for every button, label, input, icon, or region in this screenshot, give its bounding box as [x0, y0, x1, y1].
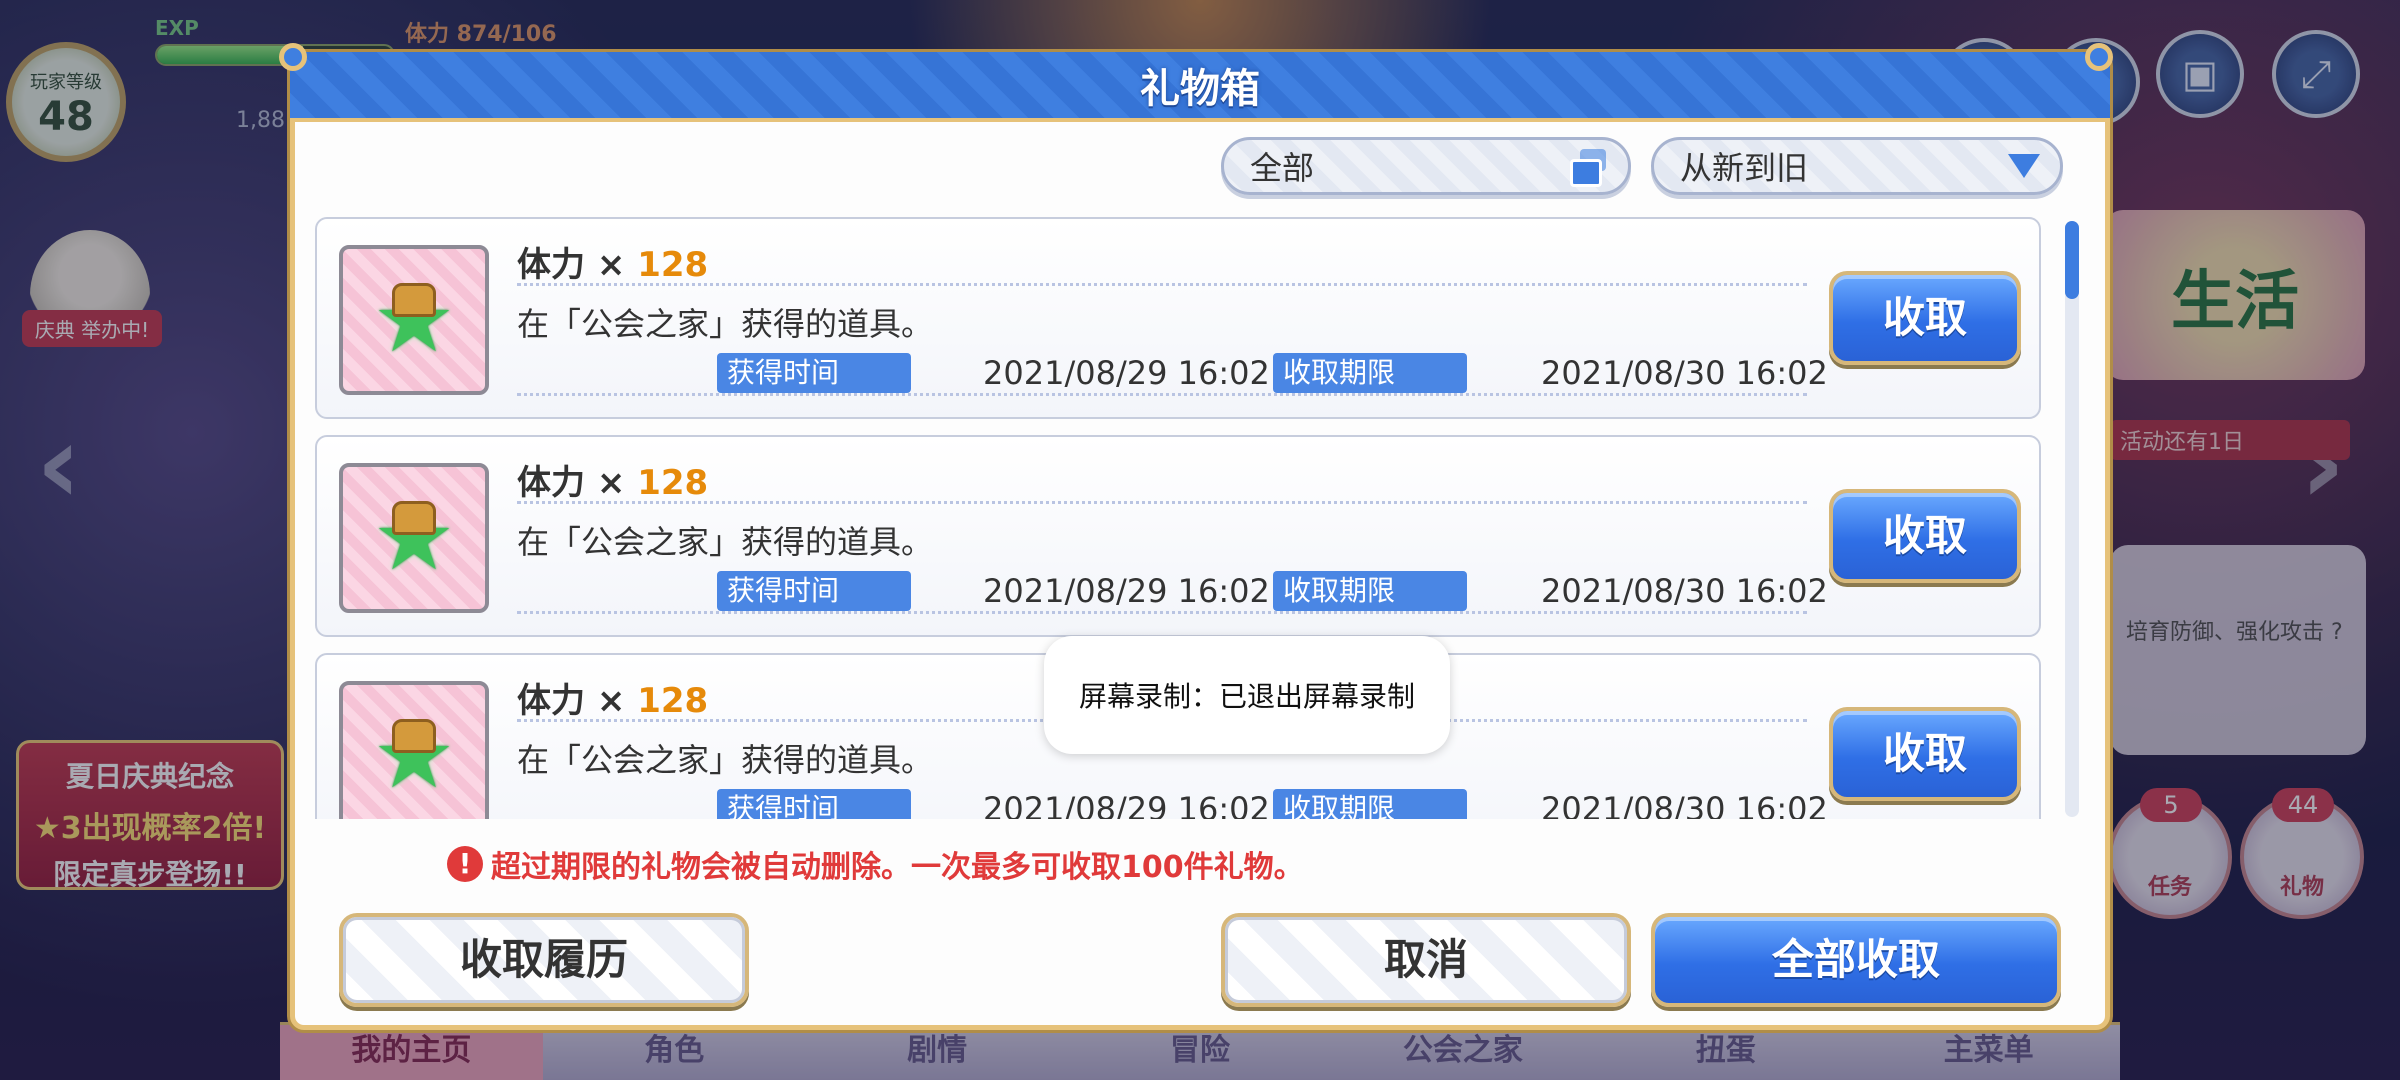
dialog-title: 礼物箱 [1140, 66, 1260, 112]
stack-icon [1570, 149, 1608, 187]
screen-recording-toast: 屏幕录制：已退出屏幕录制 [1044, 636, 1450, 754]
stamina-potion-icon: ★ [339, 463, 489, 613]
stamina-potion-icon: ★ [339, 681, 489, 819]
deadline-value: 2021/08/30 16:02 [1541, 572, 1828, 610]
expiry-warning: ! 超过期限的礼物会被自动删除。一次最多可收取100件礼物。 [447, 842, 1304, 886]
gift-quantity: 128 [637, 245, 709, 285]
corner-ornament-left [279, 43, 307, 71]
cancel-button[interactable]: 取消 [1221, 913, 1631, 1007]
sort-order-dropdown[interactable]: 从新到旧 [1651, 137, 2063, 195]
gift-quantity: 128 [637, 463, 709, 503]
gift-row: ★ 体力 × 128 在「公会之家」获得的道具。 获得时间 2021/08/29… [315, 435, 2041, 637]
obtained-time-value: 2021/08/29 16:02 [983, 354, 1270, 392]
gift-list-scrollbar[interactable] [2065, 221, 2079, 817]
claim-history-button[interactable]: 收取履历 [339, 913, 749, 1007]
scrollbar-thumb[interactable] [2065, 221, 2079, 299]
claim-button[interactable]: 收取 [1829, 489, 2021, 583]
claim-button[interactable]: 收取 [1829, 707, 2021, 801]
warning-icon: ! [447, 846, 483, 882]
deadline-value: 2021/08/30 16:02 [1541, 354, 1828, 392]
gift-box-dialog: 礼物箱 全部 从新到旧 ★ 体力 × 128 在「公会之家」获得的道具。 获得时… [279, 43, 2113, 1030]
sort-order-value: 从新到旧 [1680, 149, 1809, 187]
gift-name: 体力 × 128 [517, 681, 709, 721]
category-filter-value: 全部 [1250, 149, 1315, 187]
category-filter-dropdown[interactable]: 全部 [1221, 137, 1631, 195]
claim-all-button[interactable]: 全部收取 [1651, 913, 2061, 1007]
gift-quantity: 128 [637, 681, 709, 721]
gift-description: 在「公会之家」获得的道具。 [517, 741, 934, 779]
deadline-label: 收取期限 [1273, 353, 1467, 393]
gift-row: ★ 体力 × 128 在「公会之家」获得的道具。 获得时间 2021/08/29… [315, 217, 2041, 419]
dialog-header: 礼物箱 [290, 52, 2110, 122]
gift-description: 在「公会之家」获得的道具。 [517, 305, 934, 343]
deadline-label: 收取期限 [1273, 571, 1467, 611]
claim-button[interactable]: 收取 [1829, 271, 2021, 365]
obtained-time-label: 获得时间 [717, 789, 911, 819]
deadline-value: 2021/08/30 16:02 [1541, 790, 1828, 819]
chevron-down-icon [2008, 154, 2040, 178]
gift-name: 体力 × 128 [517, 245, 709, 285]
corner-ornament-right [2085, 43, 2113, 71]
divider [517, 393, 1807, 396]
expiry-warning-text: 超过期限的礼物会被自动删除。一次最多可收取100件礼物。 [491, 850, 1304, 885]
stamina-potion-icon: ★ [339, 245, 489, 395]
obtained-time-label: 获得时间 [717, 571, 911, 611]
gift-description: 在「公会之家」获得的道具。 [517, 523, 934, 561]
gift-name: 体力 × 128 [517, 463, 709, 503]
deadline-label: 收取期限 [1273, 789, 1467, 819]
obtained-time-value: 2021/08/29 16:02 [983, 572, 1270, 610]
divider [517, 283, 1807, 286]
divider [517, 501, 1807, 504]
divider [517, 611, 1807, 614]
obtained-time-value: 2021/08/29 16:02 [983, 790, 1270, 819]
obtained-time-label: 获得时间 [717, 353, 911, 393]
